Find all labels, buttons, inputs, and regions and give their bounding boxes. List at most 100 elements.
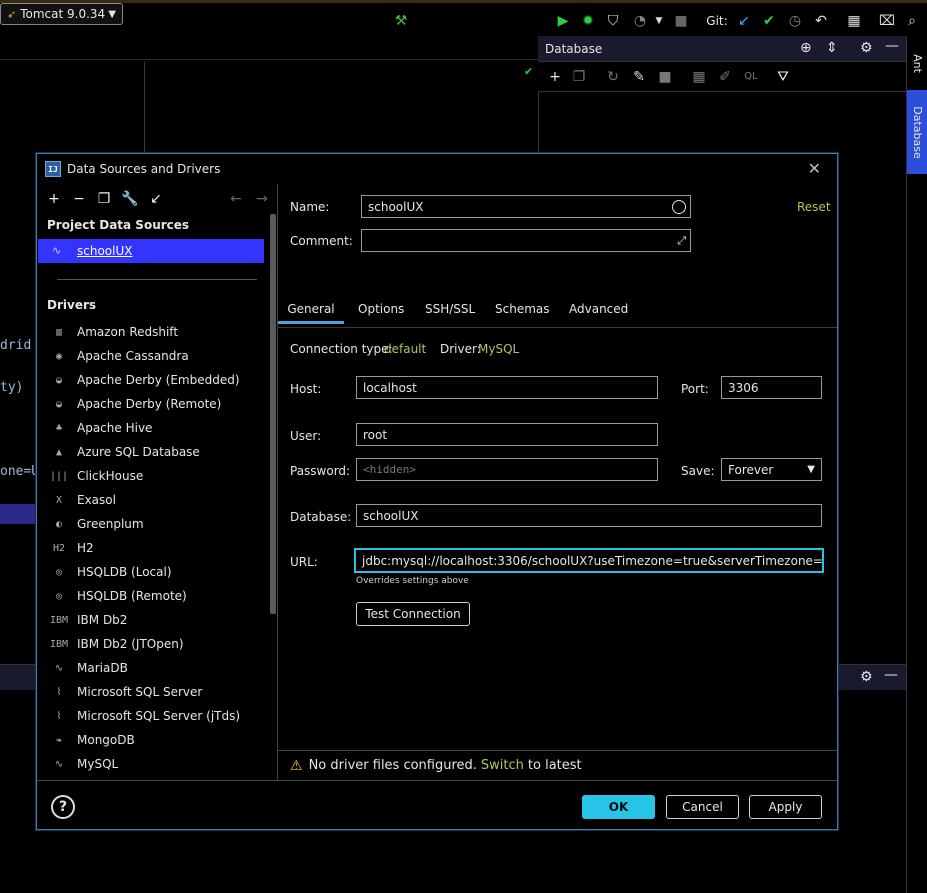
- revert-icon[interactable]: ↶: [812, 12, 830, 30]
- tool-tab-ant-label: Ant: [911, 53, 924, 73]
- driver-item[interactable]: IBM IBM Db2: [49, 610, 127, 630]
- greenplum-icon: ◐: [55, 518, 63, 530]
- scrollbar-thumb[interactable]: [270, 214, 276, 614]
- driver-link[interactable]: MySQL: [478, 342, 519, 356]
- driver-item[interactable]: ◎ HSQLDB (Local): [49, 562, 172, 582]
- name-label: Name:: [290, 200, 330, 214]
- driver-item[interactable]: ▥ Amazon Redshift: [49, 322, 178, 342]
- name-field[interactable]: schoolUX: [361, 195, 691, 218]
- test-connection-button[interactable]: Test Connection: [356, 602, 470, 626]
- gear-icon[interactable]: ⚙: [860, 669, 873, 685]
- mongodb-icon: ❧: [55, 734, 63, 746]
- remove-icon[interactable]: −: [70, 190, 88, 208]
- target-icon[interactable]: ⊕: [800, 40, 812, 56]
- driver-item[interactable]: ◒ Apache Derby (Remote): [49, 394, 221, 414]
- port-field[interactable]: 3306: [721, 376, 822, 399]
- driver-item[interactable]: H2 H2: [49, 538, 94, 558]
- properties-icon[interactable]: ✎: [630, 68, 648, 86]
- color-circle-icon[interactable]: [672, 199, 686, 214]
- driver-item[interactable]: ◉ Apache Cassandra: [49, 346, 189, 366]
- driver-item[interactable]: ||| ClickHouse: [49, 466, 143, 486]
- expand-icon[interactable]: ⤢: [677, 234, 686, 248]
- close-icon[interactable]: ✕: [808, 159, 821, 178]
- console-icon[interactable]: QL: [742, 68, 760, 86]
- coverage-icon[interactable]: ⛉: [604, 12, 622, 30]
- git-update-icon[interactable]: ↙: [735, 12, 753, 30]
- tab-general[interactable]: General: [278, 302, 344, 324]
- comment-field[interactable]: ⤢: [361, 229, 691, 252]
- profile-icon[interactable]: ◔: [631, 12, 649, 30]
- driver-item[interactable]: ⌇ Microsoft SQL Server: [49, 682, 203, 702]
- wrench-icon[interactable]: 🔧: [121, 190, 139, 208]
- user-field[interactable]: root: [356, 423, 658, 446]
- git-history-icon[interactable]: ◷: [786, 12, 804, 30]
- driver-item[interactable]: ❧ MongoDB: [49, 730, 135, 750]
- run-config-selector[interactable]: ➶ Tomcat 9.0.34 ▼: [0, 3, 123, 25]
- tab-advanced[interactable]: Advanced: [569, 302, 628, 324]
- driver-item[interactable]: ⌇ Microsoft SQL Server (jTds): [49, 706, 241, 726]
- minimize-icon[interactable]: —: [885, 38, 899, 54]
- refresh-icon[interactable]: ↻: [604, 68, 622, 86]
- save-select[interactable]: Forever ▼: [721, 458, 822, 481]
- collapse-icon[interactable]: ⇕: [826, 40, 838, 56]
- filter-icon[interactable]: ⛛: [774, 68, 792, 86]
- connection-type-link[interactable]: default: [384, 342, 426, 356]
- sqlserver-icon: ⌇: [56, 686, 62, 698]
- driver-item[interactable]: ◎ HSQLDB (Remote): [49, 586, 187, 606]
- main-toolbar: ⚒ ➶ Tomcat 9.0.34 ▼ ▶ ✹ ⛉ ◔ ▼ ■ Git: ↙ ✔…: [0, 0, 927, 36]
- debug-icon[interactable]: ✹: [579, 12, 597, 30]
- build-hammer-icon[interactable]: ⚒: [392, 12, 410, 30]
- git-commit-icon[interactable]: ✔: [760, 12, 778, 30]
- stop-icon[interactable]: ■: [672, 12, 690, 30]
- edit-icon[interactable]: ✐: [716, 68, 734, 86]
- ok-button[interactable]: OK: [582, 795, 655, 819]
- driver-item[interactable]: ♣ Apache Hive: [49, 418, 152, 438]
- switch-link[interactable]: Switch: [481, 758, 524, 773]
- help-icon[interactable]: ?: [51, 795, 75, 819]
- profile-dropdown-icon[interactable]: ▼: [650, 12, 668, 30]
- duplicate-icon[interactable]: ❐: [95, 190, 113, 208]
- data-source-item-schoolux[interactable]: ∿ schoolUX: [38, 239, 264, 263]
- driver-label: MongoDB: [77, 733, 135, 747]
- add-icon[interactable]: +: [546, 68, 564, 86]
- import-icon[interactable]: ↙: [147, 190, 165, 208]
- user-value: root: [363, 427, 388, 442]
- stop-icon[interactable]: ■: [656, 68, 674, 86]
- project-structure-icon[interactable]: ▦: [845, 12, 863, 30]
- driver-item[interactable]: ∿ MySQL: [49, 754, 118, 774]
- password-field[interactable]: <hidden>: [356, 458, 658, 481]
- tab-schemas[interactable]: Schemas: [495, 302, 550, 324]
- host-field[interactable]: localhost: [356, 376, 658, 399]
- editor-tabs: [0, 36, 538, 60]
- driver-item[interactable]: ∿ MariaDB: [49, 658, 128, 678]
- driver-item[interactable]: IBM IBM Db2 (JTOpen): [49, 634, 184, 654]
- reset-link[interactable]: Reset: [797, 200, 831, 214]
- dialog-titlebar[interactable]: IJ Data Sources and Drivers ✕: [37, 154, 837, 184]
- terminal-icon[interactable]: ⌧: [878, 12, 896, 30]
- driver-label: Azure SQL Database: [77, 445, 200, 459]
- table-icon[interactable]: ▦: [690, 68, 708, 86]
- cancel-button[interactable]: Cancel: [666, 795, 739, 819]
- tab-ssh-ssl[interactable]: SSH/SSL: [425, 302, 475, 324]
- test-connection-label: Test Connection: [365, 607, 461, 621]
- driver-item[interactable]: X Exasol: [49, 490, 116, 510]
- tool-tab-database[interactable]: Database: [907, 90, 927, 174]
- minimize-icon[interactable]: —: [884, 667, 898, 683]
- search-icon[interactable]: ⌕: [903, 12, 921, 30]
- add-icon[interactable]: +: [45, 190, 63, 208]
- driver-item[interactable]: ◐ Greenplum: [49, 514, 144, 534]
- tab-options[interactable]: Options: [358, 302, 404, 324]
- driver-item[interactable]: ▲ Azure SQL Database: [49, 442, 200, 462]
- apply-button[interactable]: Apply: [749, 795, 822, 819]
- run-icon[interactable]: ▶: [554, 12, 572, 30]
- back-arrow-icon[interactable]: ←: [227, 190, 245, 208]
- gear-icon[interactable]: ⚙: [860, 40, 873, 56]
- driver-item[interactable]: ◒ Apache Derby (Embedded): [49, 370, 240, 390]
- tool-tab-ant[interactable]: Ant: [907, 40, 927, 86]
- database-field[interactable]: schoolUX: [356, 504, 822, 527]
- code-fragment: ty): [0, 380, 24, 395]
- url-field[interactable]: jdbc:mysql://localhost:3306/schoolUX?use…: [354, 548, 824, 573]
- forward-arrow-icon[interactable]: →: [253, 190, 271, 208]
- clickhouse-icon: |||: [49, 470, 69, 482]
- copy-icon[interactable]: ❐: [570, 68, 588, 86]
